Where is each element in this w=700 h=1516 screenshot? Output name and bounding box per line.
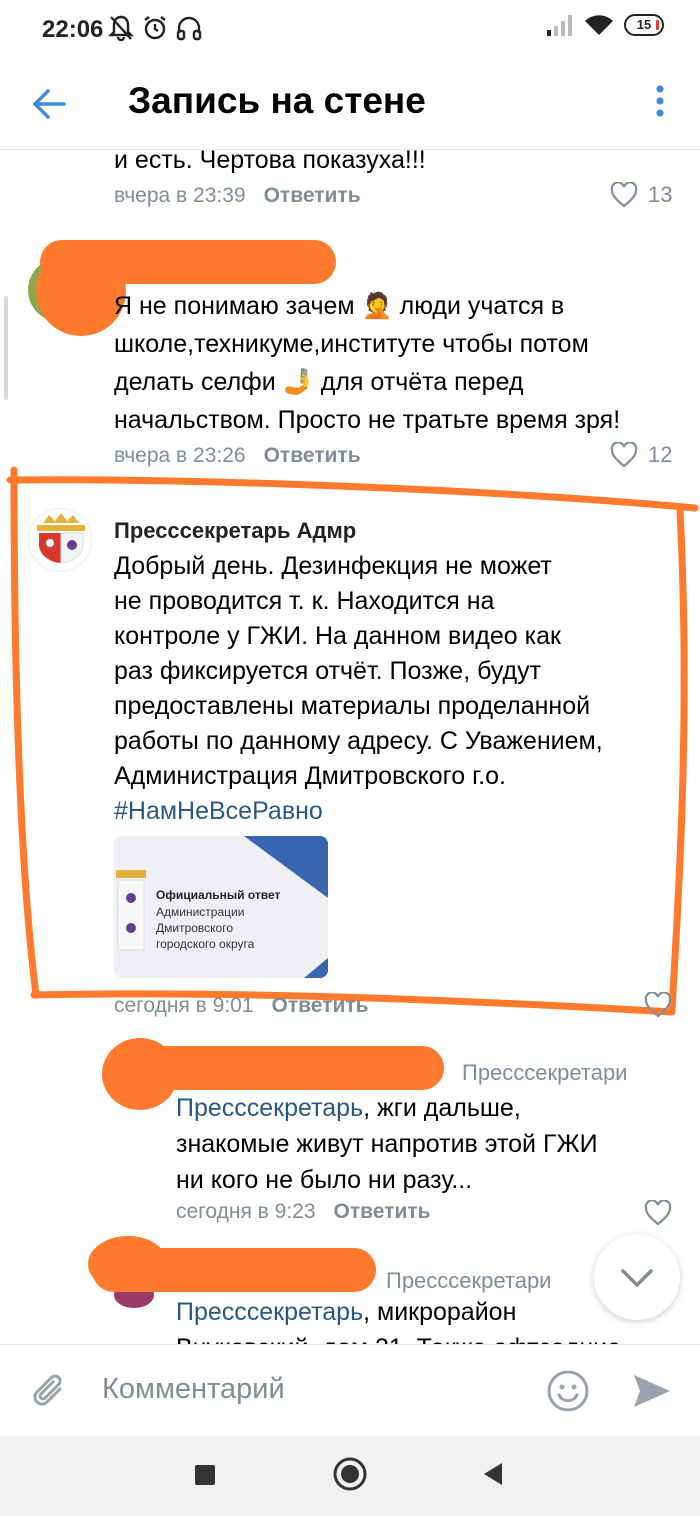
comment-text-line: Добрый день. Дезинфекция не может bbox=[114, 552, 552, 580]
nav-square-icon[interactable] bbox=[192, 1462, 218, 1488]
redacted-avatar bbox=[88, 1236, 168, 1292]
more-vertical-icon bbox=[656, 85, 664, 117]
heart-icon bbox=[644, 992, 672, 1018]
comment-text-line: Я не понимаю зачем 🤦 люди учатся в bbox=[114, 292, 565, 320]
comment-text-line: работы по данному адресу. С Уважением, bbox=[114, 727, 603, 755]
like-button[interactable]: 13 bbox=[610, 182, 672, 208]
hashtag-link[interactable]: #НамНеВсеРавно bbox=[114, 793, 323, 830]
like-button[interactable] bbox=[644, 992, 672, 1018]
attachment-subtitle-line: городского округа bbox=[156, 937, 255, 951]
app-header: Запись на стене bbox=[0, 64, 700, 150]
nav-back-triangle-icon[interactable] bbox=[480, 1460, 506, 1488]
battery-indicator: 15 bbox=[624, 14, 664, 36]
comment-text-line: Пресссекретарь, жги дальше, bbox=[176, 1090, 521, 1127]
comment-text-line: раз фиксируется отчёт. Позже, будут bbox=[114, 657, 542, 685]
scroll-down-button[interactable] bbox=[594, 1234, 680, 1320]
comment-text-rest: , микрорайон bbox=[363, 1298, 517, 1326]
reply-button[interactable]: Ответить bbox=[264, 184, 361, 207]
back-button[interactable] bbox=[28, 82, 72, 126]
comment-author[interactable]: Пресссекретарь Адмр bbox=[114, 518, 356, 544]
comment-text-line: Пресссекретарь, микрорайон bbox=[176, 1294, 516, 1331]
nav-circle-icon[interactable] bbox=[332, 1456, 368, 1492]
attachment-subtitle-line: Дмитровского bbox=[156, 921, 234, 935]
headphones-icon bbox=[176, 16, 202, 41]
mention-link[interactable]: Пресссекретарь bbox=[176, 1298, 363, 1326]
avatar[interactable] bbox=[28, 508, 92, 572]
attachment-subtitle-line: Администрации bbox=[156, 905, 245, 919]
comments-feed[interactable]: и есть. Чертова показуха!!! вчера в 23:3… bbox=[0, 150, 700, 1344]
mute-bell-icon bbox=[108, 15, 134, 42]
alarm-icon bbox=[144, 16, 166, 40]
system-navigation-bar bbox=[0, 1436, 700, 1516]
heart-icon bbox=[610, 182, 638, 208]
comment-text-line: не проводится т. к. Находится на bbox=[114, 587, 495, 615]
status-bar: 22:06 15 bbox=[0, 0, 700, 64]
comment-input[interactable] bbox=[102, 1373, 522, 1406]
signal-icon bbox=[547, 15, 572, 36]
redacted-avatar bbox=[36, 246, 126, 336]
comment-text-line: предоставлены материалы проделанной bbox=[114, 692, 591, 720]
reply-to-label[interactable]: Пресссекретари bbox=[386, 1268, 551, 1294]
status-system-icons: 15 bbox=[546, 14, 664, 36]
comment-composer bbox=[0, 1344, 700, 1436]
comment-text-line: делать селфи 🤳 для отчёта перед bbox=[114, 368, 524, 396]
comment-meta: вчера в 23:39 Ответить bbox=[114, 184, 361, 208]
comment-time: вчера в 23:39 bbox=[114, 184, 246, 207]
status-notification-icons bbox=[108, 14, 202, 42]
comment-meta: сегодня в 9:23 Ответить bbox=[176, 1200, 431, 1224]
chevron-down-icon bbox=[621, 1269, 653, 1287]
heart-icon bbox=[644, 1200, 672, 1226]
attachment-card[interactable]: Официальный ответ Администрации Дмитровс… bbox=[114, 836, 328, 978]
comment-text-rest: , жги дальше, bbox=[363, 1094, 521, 1122]
reply-button[interactable]: Ответить bbox=[272, 994, 369, 1017]
back-arrow-icon bbox=[33, 89, 66, 119]
reply-button[interactable]: Ответить bbox=[334, 1200, 431, 1223]
redacted-avatar bbox=[102, 1038, 178, 1110]
scrollbar[interactable] bbox=[4, 296, 8, 400]
reply-to-label[interactable]: Пресссекретари bbox=[462, 1060, 627, 1086]
comment-text-line: знакомые живут напротив этой ГЖИ bbox=[176, 1130, 598, 1158]
attachment-title: Официальный ответ bbox=[156, 888, 281, 902]
paperclip-icon[interactable] bbox=[30, 1371, 70, 1411]
comment-text-line: Внуковский, дом 21. Также офтсадние bbox=[176, 1330, 621, 1344]
send-icon[interactable] bbox=[630, 1369, 674, 1413]
more-options-button[interactable] bbox=[648, 80, 672, 124]
status-time: 22:06 bbox=[42, 16, 104, 43]
comment-meta: сегодня в 9:01 Ответить bbox=[114, 994, 369, 1018]
emoji-icon[interactable] bbox=[546, 1369, 590, 1413]
comment-time: сегодня в 9:23 bbox=[176, 1200, 316, 1223]
comment-time: сегодня в 9:01 bbox=[114, 994, 254, 1017]
like-button[interactable] bbox=[644, 1200, 672, 1226]
wifi-icon bbox=[585, 15, 613, 36]
coat-of-arms-icon bbox=[37, 513, 85, 564]
attachment-subtitle: Администрации Дмитровского городского ок… bbox=[156, 904, 306, 952]
mention-link[interactable]: Пресссекретарь bbox=[176, 1094, 363, 1122]
comment-text-line: начальством. Просто не тратьте время зря… bbox=[114, 406, 621, 434]
comment-text-line: ни кого не было ни разу... bbox=[176, 1166, 473, 1194]
comment-text-line: школе,техникуме,институте чтобы потом bbox=[114, 330, 589, 358]
like-count: 13 bbox=[648, 182, 673, 207]
comment-text: и есть. Чертова показуха!!! bbox=[114, 150, 426, 174]
comment-text-line: контроле у ГЖИ. На данном видео как bbox=[114, 622, 561, 650]
comment-text-line: Администрация Дмитровского г.о. bbox=[114, 762, 506, 790]
page-title: Запись на стене bbox=[128, 80, 426, 121]
